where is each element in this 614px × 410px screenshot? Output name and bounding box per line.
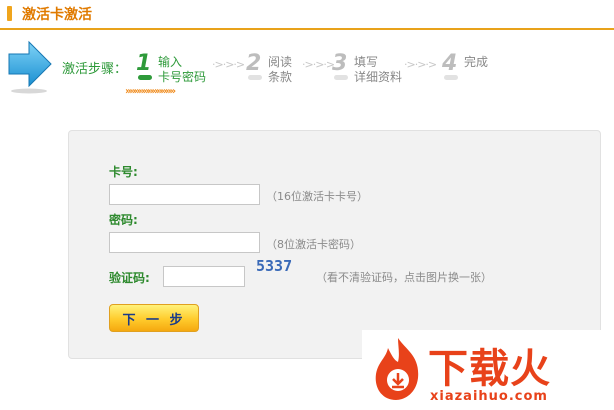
- captcha-text: 5337: [256, 257, 293, 275]
- step-separator: ·>·>·>: [302, 58, 335, 71]
- progress-chevrons: »»»»»»»»»»»: [125, 86, 176, 97]
- captcha-input[interactable]: [163, 266, 245, 287]
- watermark: 下载火 xiazaihuo.com: [362, 330, 614, 410]
- captcha-label: 验证码:: [109, 271, 150, 285]
- next-step-button[interactable]: 下 一 步: [109, 304, 199, 332]
- step-subtitle: 卡号密码: [158, 70, 207, 84]
- step-number: 3: [332, 51, 348, 76]
- step-subtitle: 详细资料: [354, 70, 403, 84]
- step-dash: [138, 75, 152, 80]
- password-hint: （8位激活卡密码）: [266, 238, 361, 251]
- page-header: 激活卡激活: [0, 0, 614, 30]
- step-separator: ·>·>·>: [404, 58, 437, 71]
- step-arrow-icon: [8, 40, 52, 94]
- card-number-input[interactable]: [109, 184, 260, 205]
- watermark-brand: 下载火: [428, 346, 551, 392]
- step-subtitle: 条款: [268, 70, 293, 84]
- header-accent-bar: [7, 6, 12, 21]
- step-dash: [248, 75, 262, 80]
- page-title: 激活卡激活: [22, 7, 92, 23]
- password-label: 密码:: [109, 213, 138, 227]
- card-number-label: 卡号:: [109, 165, 138, 179]
- captcha-hint: （看不清验证码，点击图片换一张）: [316, 271, 492, 284]
- step-dash: [334, 75, 348, 80]
- card-number-hint: （16位激活卡卡号）: [266, 190, 368, 203]
- step-number: 1: [136, 51, 152, 76]
- captcha-image[interactable]: 5337: [256, 257, 304, 277]
- steps-label: 激活步骤：: [62, 62, 128, 77]
- step-number: 2: [246, 51, 262, 76]
- step-dash: [444, 75, 458, 80]
- flame-logo-icon: [375, 338, 419, 400]
- watermark-url: xiazaihuo.com: [430, 389, 548, 404]
- step-separator: ·>·>·>: [212, 58, 245, 71]
- step-number: 4: [442, 51, 458, 76]
- step-title: 完成: [464, 55, 489, 69]
- password-input[interactable]: [109, 232, 260, 253]
